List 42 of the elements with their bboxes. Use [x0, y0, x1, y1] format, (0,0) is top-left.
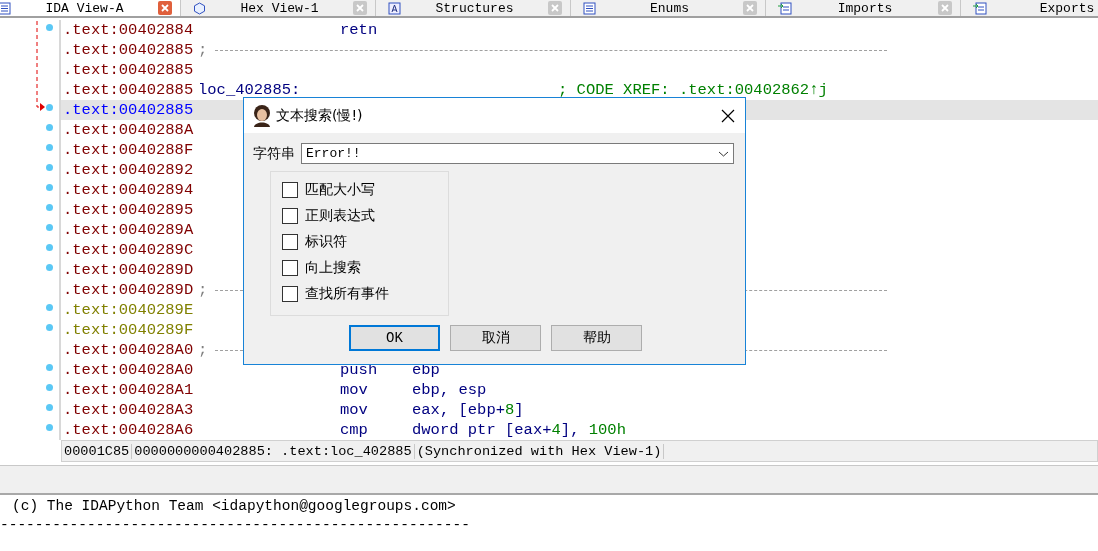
- mnemonic: mov: [340, 401, 369, 419]
- operand: ebp, esp: [412, 381, 487, 399]
- address: .text:00402894: [63, 181, 195, 199]
- address: .text:00402895: [63, 201, 195, 219]
- address: .text:00402885: [63, 81, 195, 99]
- address: .text:0040289D: [63, 261, 195, 279]
- address: .text:00402885: [63, 61, 195, 79]
- comment-mark: ;: [198, 341, 208, 359]
- address: .text:0040289A: [63, 221, 195, 239]
- mnemonic: push: [340, 361, 379, 379]
- address: .text:0040289E: [63, 301, 195, 319]
- address: .text:004028A0: [63, 341, 195, 359]
- comment-mark: ;: [198, 281, 208, 299]
- address: .text:004028A1: [63, 381, 195, 399]
- dialog-title: 文本搜索(慢!): [276, 106, 364, 125]
- field-label: 字符串: [253, 144, 295, 163]
- address: .text:00402892: [63, 161, 195, 179]
- operand: dword ptr [eax+4], 100h: [412, 421, 626, 439]
- xref-comment: ; CODE XREF: .text:00402862↑j: [558, 81, 828, 99]
- operand: eax, [ebp+8]: [412, 401, 524, 419]
- address: .text:0040289F: [63, 321, 195, 339]
- address: .text:00402885: [63, 101, 195, 119]
- address: .text:0040289D: [63, 281, 195, 299]
- console-line: ------------------------------------------------------: [0, 516, 471, 535]
- address: .text:0040288F: [63, 141, 195, 159]
- status-field: 0000000000402885: .text:loc_402885: [132, 443, 415, 459]
- address: .text:00402884: [63, 21, 195, 39]
- mnemonic: cmp: [340, 421, 369, 439]
- address: .text:004028A6: [63, 421, 195, 439]
- code-label: loc_402885:: [198, 81, 302, 99]
- mnemonic: mov: [340, 381, 369, 399]
- address: .text:00402885: [63, 41, 195, 59]
- operand: ebp: [412, 361, 440, 379]
- address: .text:0040288A: [63, 121, 195, 139]
- address: .text:0040289C: [63, 241, 195, 259]
- status-field: 00001C85: [62, 443, 133, 459]
- address: .text:004028A3: [63, 401, 195, 419]
- comment-mark: ;: [198, 41, 208, 59]
- address: .text:004028A0: [63, 361, 195, 379]
- status-field: (Synchronized with Hex View-1): [414, 443, 665, 459]
- console-line: (c) The IDAPython Team <idapython@googlegroups.com>: [12, 497, 457, 516]
- mnemonic: retn: [340, 21, 379, 39]
